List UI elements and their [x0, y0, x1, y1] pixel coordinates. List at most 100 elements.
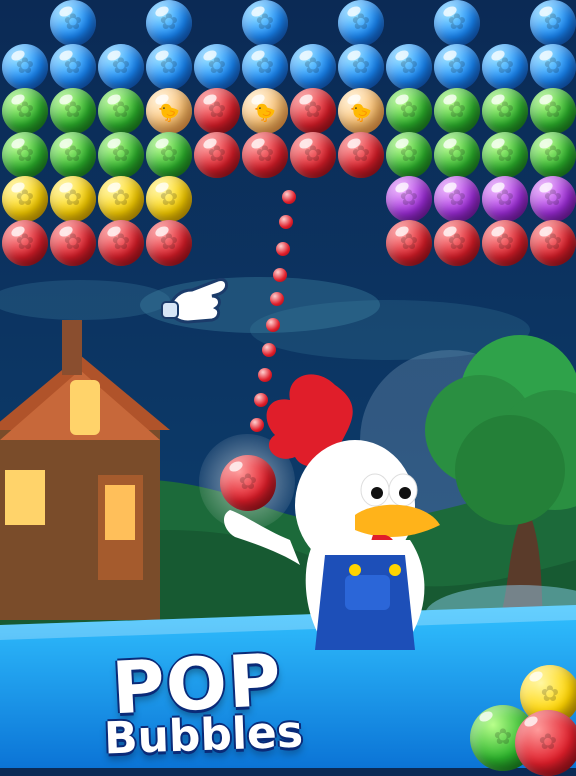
bubble-flower-icon: ✿ [111, 186, 131, 211]
bubble-flower-icon: ✿ [351, 142, 371, 167]
green-bubble: ✿ [530, 132, 576, 178]
bubble-flower-icon: ✿ [207, 98, 227, 123]
trajectory-dot [262, 343, 276, 357]
bubble-flower-icon: ✿ [399, 54, 419, 79]
bubble-flower-icon: ✿ [303, 54, 323, 79]
purple-bubble: ✿ [386, 176, 432, 222]
green-bubble: ✿ [2, 132, 48, 178]
green-bubble: ✿ [482, 132, 528, 178]
corner-red-bubble: ✿ [515, 710, 576, 776]
title-bubbles: Bubbles [103, 706, 304, 765]
chick-bubble-icon: 🐤 [242, 88, 288, 134]
blue-bubble: ✿ [530, 44, 576, 90]
bubble-flower-icon: ✿ [111, 98, 131, 123]
bubble-flower-icon: ✿ [495, 230, 515, 255]
bubble-flower-icon: ✿ [399, 98, 419, 123]
green-bubble: ✿ [482, 88, 528, 134]
bubble-flower-icon: ✿ [63, 186, 83, 211]
purple-bubble: ✿ [434, 176, 480, 222]
trajectory-dot [273, 268, 287, 282]
bubble-flower-icon: ✿ [399, 230, 419, 255]
bubble-flower-icon: ✿ [207, 142, 227, 167]
green-bubble: ✿ [146, 132, 192, 178]
rooster-icon [223, 374, 440, 650]
green-bubble: ✿ [434, 88, 480, 134]
bubble-flower-icon: ✿ [63, 230, 83, 255]
bubble-flower-icon: ✿ [303, 142, 323, 167]
bubble-flower-icon: ✿ [543, 230, 563, 255]
bubble-flower-icon: ✿ [15, 98, 35, 123]
green-bubble: ✿ [98, 132, 144, 178]
chick-bubble-icon: 🐤 [338, 88, 384, 134]
bubble-flower-icon: ✿ [447, 142, 467, 167]
red-bubble: ✿ [194, 88, 240, 134]
green-bubble: ✿ [434, 132, 480, 178]
blue-bubble: ✿ [338, 44, 384, 90]
blue-bubble: ✿ [194, 44, 240, 90]
blue-bubble: ✿ [242, 44, 288, 90]
bubble-flower-icon: ✿ [15, 54, 35, 79]
yellow-bubble: ✿ [98, 176, 144, 222]
blue-bubble: ✿ [2, 44, 48, 90]
bubble-flower-icon: ✿ [15, 186, 35, 211]
bubble-flower-icon: ✿ [255, 54, 275, 79]
chick-face-icon: 🐤 [253, 102, 277, 124]
bubble-flower-icon: ✿ [63, 54, 83, 79]
purple-bubble: ✿ [530, 176, 576, 222]
red-bubble: ✿ [194, 132, 240, 178]
blue-bubble: ✿ [146, 0, 192, 46]
green-bubble: ✿ [98, 88, 144, 134]
bubble-flower-icon: ✿ [543, 10, 563, 35]
blue-bubble: ✿ [434, 44, 480, 90]
blue-bubble: ✿ [482, 44, 528, 90]
bubble-flower-icon: ✿ [495, 54, 515, 79]
blue-bubble: ✿ [386, 44, 432, 90]
red-bubble: ✿ [434, 220, 480, 266]
bubble-flower-icon: ✿ [495, 142, 515, 167]
green-bubble: ✿ [50, 132, 96, 178]
yellow-bubble: ✿ [50, 176, 96, 222]
bubble-flower-icon: ✿ [159, 54, 179, 79]
bubble-flower-icon: ✿ [447, 54, 467, 79]
chick-face-icon: 🐤 [157, 102, 181, 124]
yellow-bubble: ✿ [2, 176, 48, 222]
bubble-flower-icon: ✿ [63, 98, 83, 123]
bubble-flower-icon: ✿ [399, 186, 419, 211]
bubble-flower-icon: ✿ [15, 142, 35, 167]
bubble-flower-icon: ✿ [447, 10, 467, 35]
bubble-flower-icon: ✿ [159, 142, 179, 167]
purple-bubble: ✿ [482, 176, 528, 222]
trajectory-dot [266, 318, 280, 332]
bubble-flower-icon: ✿ [495, 98, 515, 123]
blue-bubble: ✿ [530, 0, 576, 46]
blue-bubble: ✿ [338, 0, 384, 46]
red-bubble: ✿ [386, 220, 432, 266]
green-bubble: ✿ [386, 88, 432, 134]
blue-bubble: ✿ [242, 0, 288, 46]
bubble-flower-icon: ✿ [543, 98, 563, 123]
red-bubble: ✿ [50, 220, 96, 266]
red-bubble: ✿ [482, 220, 528, 266]
corner-bubbles-icon: ✿ ✿ ✿ [470, 665, 576, 776]
trajectory-dot [276, 242, 290, 256]
bubble-flower-icon: ✿ [207, 54, 227, 79]
red-bubble: ✿ [338, 132, 384, 178]
bubble-flower-icon: ✿ [447, 230, 467, 255]
bubble-flower-icon: ✿ [303, 98, 323, 123]
bubble-flower-icon: ✿ [255, 10, 275, 35]
blue-bubble: ✿ [146, 44, 192, 90]
bubble-flower-icon: ✿ [15, 230, 35, 255]
red-bubble: ✿ [98, 220, 144, 266]
yellow-bubble: ✿ [146, 176, 192, 222]
blue-bubble: ✿ [50, 44, 96, 90]
pointing-hand-icon[interactable] [160, 270, 240, 330]
blue-bubble: ✿ [98, 44, 144, 90]
bubble-flower-icon: ✿ [63, 10, 83, 35]
bubble-flower-icon: ✿ [543, 186, 563, 211]
bubble-flower-icon: ✿ [63, 142, 83, 167]
bubble-flower-icon: ✿ [495, 186, 515, 211]
blue-bubble: ✿ [434, 0, 480, 46]
green-bubble: ✿ [530, 88, 576, 134]
chick-bubble-icon: 🐤 [146, 88, 192, 134]
game-scene: ✿ ✿ ✿ ✿ ✿ ✿ ✿ ✿ ✿ ✿ ✿ ✿ ✿ ✿ ✿ ✿ ✿ ✿ ✿ ✿ ✿ 🐤 ✿ 🐤 ✿ 🐤 ✿ ✿ ✿ ✿ ✿ ✿ ✿ ✿ ✿ ✿ ✿ ✿ ✿ ✿… [0, 0, 576, 776]
